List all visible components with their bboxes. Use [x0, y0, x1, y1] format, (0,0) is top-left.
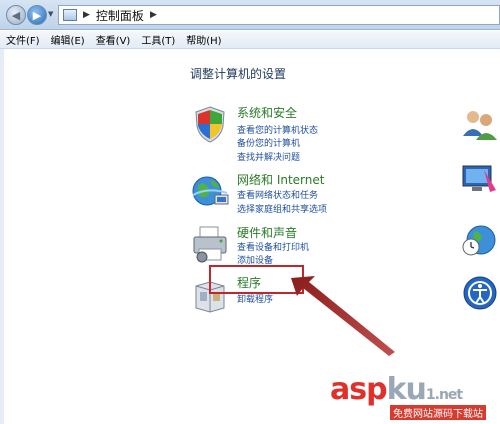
clock-region-globe-icon[interactable]: [460, 220, 498, 258]
breadcrumb-separator-icon[interactable]: ▶: [83, 10, 90, 20]
watermark-subtitle: 免费网站源码下载站: [390, 405, 486, 420]
watermark-text-a: asp: [330, 372, 388, 407]
printer-icon[interactable]: [190, 224, 230, 264]
menu-help[interactable]: 帮助(H): [186, 32, 221, 47]
appearance-monitor-icon[interactable]: [460, 160, 498, 198]
network-globe-icon[interactable]: [190, 171, 230, 211]
menu-edit[interactable]: 编辑(E): [51, 32, 85, 47]
breadcrumb-control-panel[interactable]: 控制面板: [96, 7, 144, 24]
shield-icon[interactable]: [190, 104, 230, 144]
link-devices-printers[interactable]: 查看设备和打印机: [237, 240, 309, 253]
link-backup-computer[interactable]: 备份您的计算机: [237, 136, 300, 149]
link-homegroup-sharing[interactable]: 选择家庭组和共享选项: [237, 202, 327, 215]
control-panel-window: ◀ ▶ ▼ ▶ 控制面板 ▶ 文件(F) 编辑(E) 查看(V) 工具(T) 帮…: [0, 0, 500, 424]
link-view-computer-status[interactable]: 查看您的计算机状态: [237, 123, 318, 136]
ease-of-access-icon[interactable]: [460, 274, 498, 312]
window-left-edge: [0, 49, 4, 424]
watermark-logo: aspku1.net: [330, 372, 463, 407]
category-title-hardware-sound[interactable]: 硬件和声音: [237, 224, 297, 241]
watermark-suffix: 1.net: [425, 387, 463, 403]
page-title: 调整计算机的设置: [190, 67, 287, 81]
forward-button[interactable]: ▶: [27, 5, 47, 25]
menu-file[interactable]: 文件(F): [6, 32, 40, 47]
callout-arrow-icon: [291, 276, 395, 356]
link-network-status[interactable]: 查看网络状态和任务: [237, 188, 318, 201]
category-title-network-internet[interactable]: 网络和 Internet: [237, 171, 324, 188]
menu-view[interactable]: 查看(V): [96, 32, 131, 47]
breadcrumb-separator-icon[interactable]: ▶: [150, 10, 157, 20]
control-panel-icon: [63, 9, 77, 21]
category-title-system-security[interactable]: 系统和安全: [237, 104, 297, 121]
user-accounts-icon[interactable]: [460, 106, 498, 144]
link-troubleshoot[interactable]: 查找并解决问题: [237, 150, 300, 163]
watermark-text-b: ku: [386, 372, 427, 407]
address-bar: ◀ ▶ ▼ ▶ 控制面板 ▶: [0, 0, 500, 30]
menu-bar: 文件(F) 编辑(E) 查看(V) 工具(T) 帮助(H): [0, 31, 500, 49]
menu-tools[interactable]: 工具(T): [141, 32, 175, 47]
back-button[interactable]: ◀: [6, 5, 26, 25]
address-field[interactable]: ▶ 控制面板 ▶: [58, 5, 500, 25]
recent-pages-dropdown-icon[interactable]: ▼: [48, 10, 53, 18]
